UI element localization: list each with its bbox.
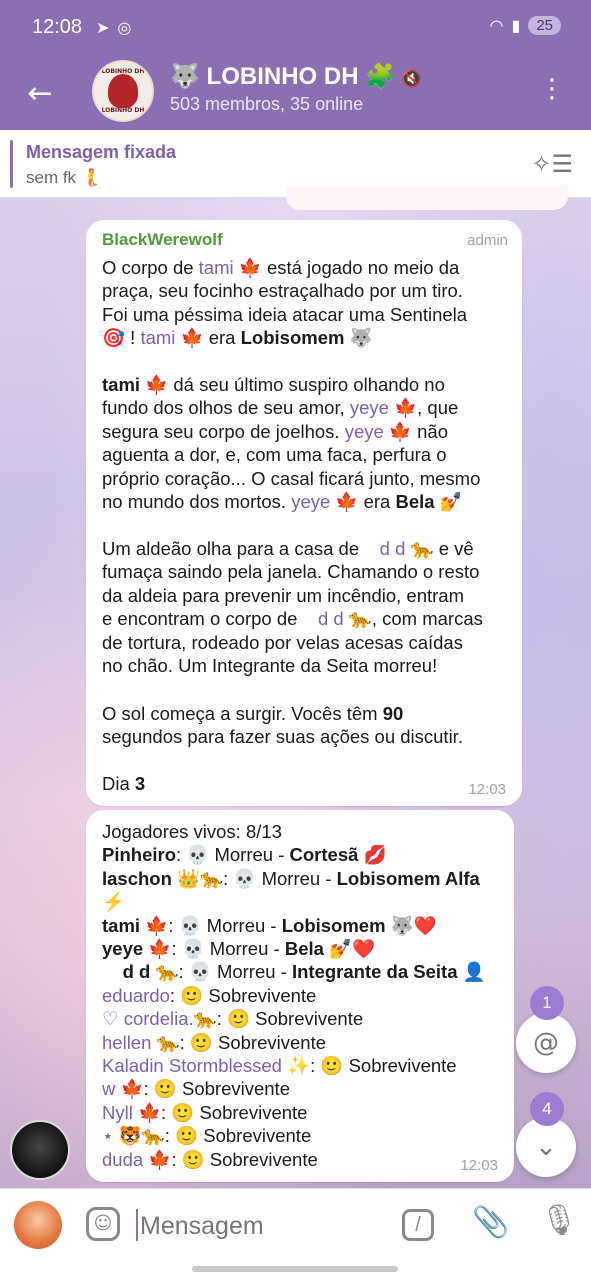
group-title[interactable]: 🐺 LOBINHO DH 🧩 🔇	[170, 62, 422, 91]
pinned-title: Mensagem fixada	[26, 142, 177, 162]
sender-avatar[interactable]	[10, 1120, 70, 1180]
attach-icon[interactable]: 📎	[472, 1205, 509, 1240]
unread-badge: 4	[530, 1092, 564, 1126]
message-input[interactable]	[140, 1209, 380, 1243]
back-arrow-icon[interactable]: ←	[20, 74, 60, 114]
mute-icon: 🔇	[401, 71, 422, 88]
mentions-button[interactable]: @	[516, 1013, 576, 1073]
signal-icon: ▮	[511, 16, 521, 35]
message-time: 12:03	[468, 781, 506, 798]
home-indicator[interactable]	[192, 1266, 398, 1272]
group-title-text: 🐺 LOBINHO DH 🧩	[170, 63, 396, 90]
day-label: Dia	[102, 773, 135, 794]
avatar-logo-text-bottom: LOBINHO DH	[101, 107, 145, 114]
status-icons: ➤ ◎	[96, 18, 131, 37]
message-bubble-players[interactable]: Jogadores vivos: 8/13 Pinheiro: 💀 Morreu…	[86, 810, 514, 1182]
user-mention: tami	[140, 327, 176, 349]
status-time: 12:08	[32, 16, 83, 38]
whatsapp-icon: ◎	[117, 18, 132, 37]
group-avatar[interactable]: LOBINHO DH LOBINHO DH	[92, 60, 154, 122]
system-nav-bar	[0, 1260, 591, 1280]
chevron-down-icon: ⌄	[535, 1132, 557, 1162]
players-list: Jogadores vivos: 8/13 Pinheiro: 💀 Morreu…	[102, 821, 486, 1170]
message-paragraph-2: tami 🍁 dá seu último suspiro olhando no …	[102, 374, 481, 513]
user-mention: d d	[317, 608, 344, 630]
battery-indicator: 25	[528, 16, 561, 35]
wifi-icon: ◠	[489, 16, 504, 35]
pinned-indicator	[10, 140, 13, 188]
send-as-avatar[interactable]	[14, 1201, 62, 1249]
user-mention: d d	[379, 538, 406, 559]
status-right: ◠ ▮ 25	[490, 16, 561, 35]
pinned-text: sem fk 🧜	[26, 168, 102, 187]
group-subtitle: 503 membros, 35 online	[170, 94, 364, 114]
countdown-seconds: 90	[382, 703, 404, 724]
previous-message-bubble	[286, 186, 568, 210]
message-sender[interactable]: BlackWerewolf	[102, 230, 223, 250]
user-mention: yeye	[291, 491, 331, 513]
message-paragraph-1: O corpo de tami 🍁 está jogado no meio da…	[102, 257, 468, 349]
at-icon: @	[533, 1028, 559, 1058]
text-caret	[136, 1209, 138, 1241]
message-input-bar: ☺ / 📎 🎙	[0, 1188, 591, 1260]
bot-commands-icon[interactable]: /	[402, 1209, 434, 1241]
microphone-icon[interactable]: 🎙	[540, 1203, 578, 1238]
mentions-badge: 1	[530, 986, 564, 1020]
more-options-icon[interactable]: ⋮	[539, 76, 565, 102]
user-mention: tami	[198, 257, 234, 278]
user-mention: yeye	[344, 420, 384, 442]
message-paragraph-3: Um aldeão olha para a casa de d d 🐆 e vê…	[102, 538, 483, 677]
wolf-logo	[108, 74, 138, 108]
message-bubble-story[interactable]: BlackWerewolf admin O corpo de tami 🍁 es…	[86, 220, 522, 806]
chat-header: ← LOBINHO DH LOBINHO DH 🐺 LOBINHO DH 🧩 🔇…	[0, 58, 591, 130]
message-time: 12:03	[460, 1157, 498, 1174]
telegram-icon: ➤	[96, 18, 110, 37]
message-day-line: Dia 3	[102, 772, 145, 795]
emoji-icon[interactable]: ☺	[86, 1207, 120, 1241]
status-bar: 12:08 ➤ ◎ ◠ ▮ 25	[0, 0, 591, 58]
scroll-down-button[interactable]: ⌄	[516, 1117, 576, 1177]
pinned-list-icon[interactable]: ✧☰	[531, 150, 573, 178]
user-mention: yeye	[349, 397, 389, 419]
message-paragraph-4: O sol começa a surgir. Vocês têm 90 segu…	[102, 703, 463, 748]
admin-badge: admin	[467, 232, 508, 249]
alive-count: Jogadores vivos: 8/13	[102, 821, 282, 842]
day-value: 3	[134, 773, 146, 794]
